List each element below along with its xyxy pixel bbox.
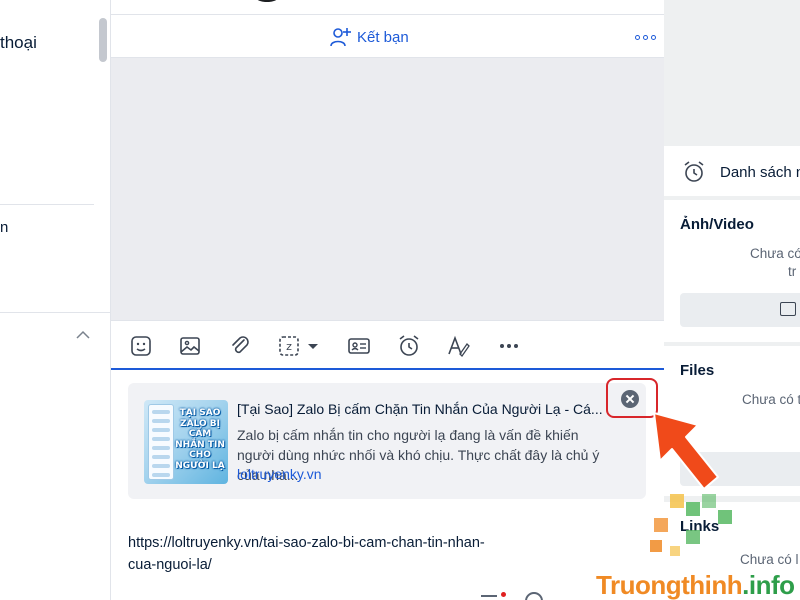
reminder-section[interactable]: Danh sách n — [664, 146, 800, 196]
watermark-suffix: .info — [742, 570, 795, 600]
message-composer[interactable]: TẠI SAO ZALO BỊ CẤM NHẮN TIN CHO NGƯỜI L… — [111, 372, 664, 600]
files-title[interactable]: Files — [680, 362, 714, 379]
add-friend-label: Kết bạn — [357, 28, 409, 46]
send-controls — [481, 592, 601, 600]
chat-window: Kết bạn z TẠI SAO ZALO BỊ CẤM NHẮN TIN C… — [111, 0, 664, 600]
thumbnail-text: TẠI SAO ZALO BỊ CẤM NHẮN TIN CHO NGƯỜI L… — [175, 408, 225, 471]
avatar[interactable] — [251, 0, 283, 2]
attachment-icon[interactable] — [227, 333, 253, 359]
watermark-text: Truongthinh.info — [596, 570, 795, 600]
annotation-arrow-icon — [653, 412, 719, 490]
conversation-list-panel: thoại n — [0, 0, 111, 600]
message-area — [111, 58, 664, 320]
link-domain[interactable]: loltruyenky.vn — [237, 466, 322, 482]
emoji-icon[interactable] — [481, 595, 497, 597]
image-icon — [780, 302, 796, 316]
phone-illustration — [148, 404, 174, 480]
media-empty-text: Chưa có — [750, 246, 800, 261]
image-icon[interactable] — [177, 333, 203, 359]
media-section: Ảnh/Video Chưa có tr — [664, 200, 800, 342]
contact-card-icon[interactable] — [345, 333, 373, 359]
quick-message-icon[interactable]: z — [277, 333, 325, 359]
divider — [0, 204, 94, 205]
add-friend-button[interactable]: Kết bạn — [329, 25, 409, 49]
link-thumbnail: TẠI SAO ZALO BỊ CẤM NHẮN TIN CHO NGƯỜI L… — [144, 400, 228, 484]
more-icon[interactable] — [496, 333, 522, 359]
composer-toolbar: z — [111, 320, 664, 370]
smile-icon[interactable] — [525, 592, 543, 600]
left-partial-label[interactable]: thoại — [0, 33, 37, 53]
scrollbar[interactable] — [99, 18, 107, 62]
media-empty-text-2: tr — [788, 264, 797, 279]
left-partial-label-2[interactable]: n — [0, 219, 8, 236]
media-title[interactable]: Ảnh/Video — [680, 216, 754, 233]
alarm-clock-icon — [684, 161, 704, 182]
links-empty-text: Chưa có l — [740, 552, 799, 567]
media-upload-button[interactable] — [680, 293, 800, 327]
add-user-icon — [330, 28, 351, 47]
link-title[interactable]: [Tại Sao] Zalo Bị cấm Chặn Tin Nhắn Của … — [237, 401, 617, 417]
reminder-label: Danh sách n — [720, 163, 800, 181]
watermark-logo — [650, 494, 732, 556]
text-format-icon[interactable] — [445, 333, 471, 359]
chevron-up-icon[interactable] — [76, 330, 90, 340]
more-dots-icon[interactable] — [635, 35, 656, 40]
divider — [0, 312, 111, 313]
watermark-brand: Truongthinh — [596, 570, 743, 600]
message-input-text[interactable]: https://loltruyenky.vn/tai-sao-zalo-bi-c… — [128, 532, 488, 576]
link-preview-card[interactable]: TẠI SAO ZALO BỊ CẤM NHẮN TIN CHO NGƯỜI L… — [128, 383, 646, 499]
files-empty-text: Chưa có t — [742, 392, 800, 407]
chat-action-bar: Kết bạn — [111, 14, 664, 58]
notification-dot — [501, 592, 506, 597]
svg-text:z: z — [286, 340, 292, 353]
sticker-icon[interactable] — [128, 333, 154, 359]
reminder-icon[interactable] — [396, 333, 422, 359]
close-preview-icon[interactable] — [621, 390, 639, 408]
